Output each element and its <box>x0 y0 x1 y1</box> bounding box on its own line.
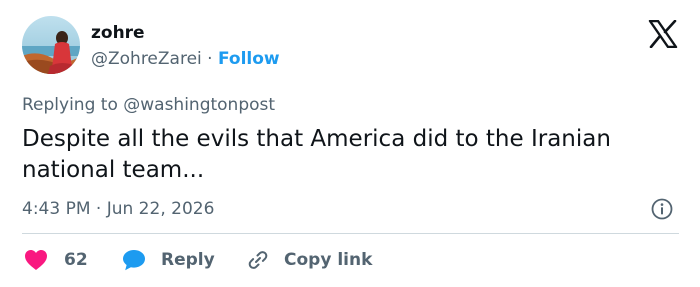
copy-link-label: Copy link <box>284 250 373 270</box>
divider <box>22 233 679 234</box>
like-button[interactable]: 62 <box>24 246 88 274</box>
replying-to: Replying to @washingtonpost <box>22 94 275 116</box>
handle-separator: · <box>207 49 218 69</box>
tweet-time: 4:43 PM <box>22 199 91 219</box>
replying-target[interactable]: @washingtonpost <box>123 95 275 115</box>
link-icon <box>248 251 268 269</box>
avatar[interactable] <box>22 16 80 74</box>
reply-label: Reply <box>161 250 215 270</box>
tweet-card: zohre @ZohreZarei · Follow Replying to @… <box>0 0 700 287</box>
tweet-timestamp[interactable]: 4:43 PM · Jun 22, 2026 <box>22 198 214 220</box>
tweet-date: Jun 22, 2026 <box>106 199 215 219</box>
replying-prefix: Replying to <box>22 95 124 115</box>
x-logo-icon[interactable] <box>648 20 678 48</box>
avatar-image <box>22 16 80 74</box>
like-count: 62 <box>64 250 88 270</box>
follow-button[interactable]: Follow <box>218 49 280 69</box>
meta-separator: · <box>90 199 107 219</box>
reply-button[interactable]: Reply <box>122 246 215 274</box>
author-name[interactable]: zohre <box>91 23 145 43</box>
heart-icon <box>25 250 47 270</box>
info-icon[interactable] <box>651 198 673 220</box>
tweet-text: Despite all the evils that America did t… <box>22 126 611 183</box>
author-handle[interactable]: @ZohreZarei <box>91 49 202 69</box>
copy-link-button[interactable]: Copy link <box>246 246 372 274</box>
handle-row: @ZohreZarei · Follow <box>91 49 280 69</box>
speech-bubble-icon <box>123 250 145 271</box>
